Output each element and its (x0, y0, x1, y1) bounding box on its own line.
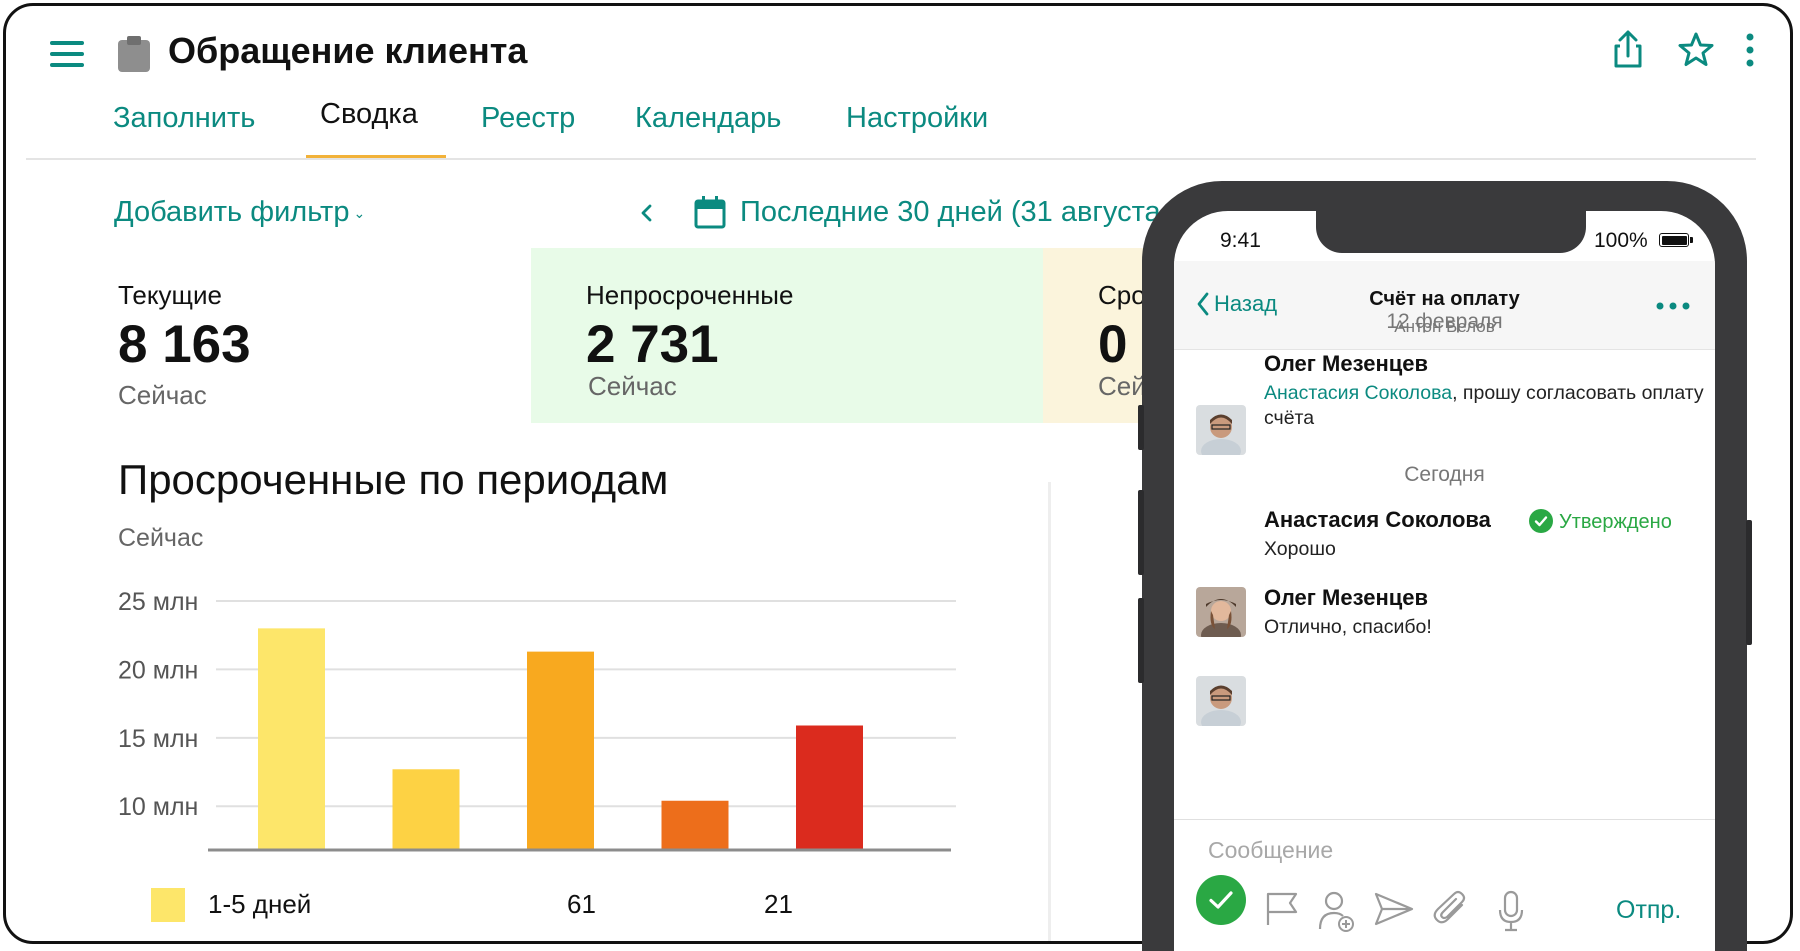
phone-side-button (1138, 405, 1144, 450)
tab-summary[interactable]: Сводка (320, 98, 418, 131)
chart-bar[interactable] (796, 725, 863, 851)
avatar[interactable] (1196, 676, 1246, 726)
legend-label: 1-5 дней (208, 889, 312, 919)
chart-bar[interactable] (527, 651, 594, 850)
add-user-icon[interactable] (1316, 889, 1356, 933)
legend-value: 61 (567, 889, 596, 919)
message-input[interactable] (1206, 829, 1670, 871)
add-filter-button[interactable]: Добавить фильтр ⌄ (114, 196, 365, 229)
phone-side-button (1746, 520, 1752, 645)
status-time: 9:41 (1220, 229, 1261, 252)
tab-settings[interactable]: Настройки (846, 102, 988, 135)
clipboard-icon (118, 36, 150, 72)
chevron-left-icon[interactable] (636, 199, 658, 227)
phone-screen: 9:41 100% Назад Счёт на оплату Антон Бел… (1174, 211, 1715, 951)
chat-nav-bar: Назад Счёт на оплату Антон Белов (1174, 261, 1715, 350)
y-tick-label: 25 млн (118, 588, 198, 616)
phone-side-button (1138, 490, 1144, 575)
mention-link[interactable]: Анастасия Соколова (1264, 382, 1452, 404)
battery-percent: 100% (1594, 229, 1648, 252)
kpi-value: 0 (1098, 315, 1128, 374)
chart-bar[interactable] (392, 769, 460, 850)
kpi-sub: Сей (1098, 371, 1146, 401)
y-tick-label: 15 млн (118, 725, 198, 753)
message-author: Анастасия Соколова (1264, 507, 1491, 532)
message-text: Хорошо (1264, 538, 1336, 560)
microphone-icon[interactable] (1496, 889, 1526, 933)
kpi-label: Сро (1098, 280, 1146, 310)
phone-notch (1316, 211, 1586, 253)
period-selector[interactable]: Последние 30 дней (31 августа – (740, 196, 1185, 229)
check-icon (1529, 509, 1553, 533)
status-badge: Утверждено (1529, 509, 1672, 534)
chat-title: Счёт на оплату (1369, 288, 1520, 310)
chart-title: Просроченные по периодам (118, 456, 669, 503)
add-filter-label: Добавить фильтр (114, 196, 350, 228)
more-vertical-icon[interactable] (1738, 28, 1762, 72)
chevron-down-icon: ⌄ (353, 204, 366, 221)
panel-divider (1048, 482, 1051, 941)
overdue-bar-chart: 25 млн 20 млн 15 млн 10 млн (118, 588, 956, 852)
page-title: Обращение клиента (168, 30, 528, 71)
kpi-value: 2 731 (586, 315, 719, 374)
composer-divider (1174, 819, 1715, 820)
message-author: Олег Мезенцев (1264, 585, 1429, 610)
y-tick-label: 10 млн (118, 793, 198, 821)
chart-subtitle: Сейчас (118, 524, 204, 552)
chart-bar[interactable] (661, 800, 729, 850)
message-text: Анастасия Соколова, прошу согласовать оп… (1264, 382, 1704, 429)
message-author: Олег Мезенцев (1264, 351, 1429, 376)
kpi-label: Текущие (118, 280, 222, 310)
kpi-value: 8 163 (118, 315, 251, 374)
legend-swatch (151, 888, 185, 922)
share-icon[interactable] (1608, 28, 1648, 72)
message-text: Отлично, спасибо! (1264, 616, 1432, 638)
avatar[interactable] (1196, 587, 1246, 637)
phone-side-button (1138, 598, 1144, 683)
kpi-sub: Сейчас (118, 380, 207, 410)
tab-registry[interactable]: Реестр (481, 102, 575, 135)
kpi-card-not-overdue[interactable]: Непросроченные 2 731 Сейчас (531, 248, 1043, 423)
flag-icon[interactable] (1262, 889, 1302, 929)
battery-icon (1659, 233, 1689, 247)
approve-button[interactable] (1196, 875, 1246, 925)
tabs-divider (26, 158, 1756, 160)
menu-icon[interactable] (50, 41, 84, 67)
kpi-sub: Сейчас (588, 371, 677, 401)
paperclip-icon[interactable] (1432, 889, 1472, 929)
kpi-card-current[interactable]: Текущие 8 163 Сейчас (26, 248, 531, 423)
tab-calendar[interactable]: Календарь (635, 102, 781, 135)
star-icon[interactable] (1676, 28, 1716, 72)
tab-fill[interactable]: Заполнить (113, 102, 255, 135)
date-separator: 12 февраля (1386, 310, 1503, 333)
avatar[interactable] (1196, 405, 1246, 455)
y-tick-label: 20 млн (118, 656, 198, 684)
chart-bar[interactable] (258, 628, 325, 850)
kpi-card-due[interactable]: Сро 0 Сей (1043, 248, 1153, 423)
send-icon[interactable] (1372, 889, 1416, 929)
send-button[interactable]: Отпр. (1616, 896, 1681, 925)
date-separator: Сегодня (1404, 463, 1485, 486)
calendar-icon (694, 196, 726, 229)
kpi-label: Непросроченные (586, 280, 794, 310)
legend-value: 21 (764, 889, 793, 919)
